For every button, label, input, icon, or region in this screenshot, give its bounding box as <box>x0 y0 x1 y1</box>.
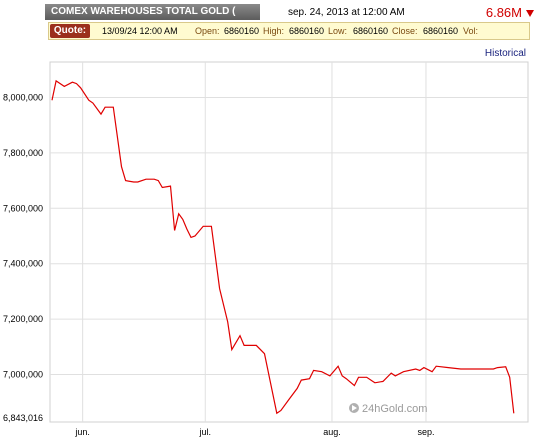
y-tick-label: 7,200,000 <box>3 314 43 324</box>
x-tick-label: jun. <box>74 427 90 437</box>
y-axis: 8,000,000 7,800,000 7,600,000 7,400,000 7,20… <box>3 92 43 423</box>
watermark-text: 24hGold.com <box>362 403 427 415</box>
x-tick-label: jul. <box>199 427 212 437</box>
y-tick-label: 6,843,016 <box>3 413 43 423</box>
y-tick-label: 7,800,000 <box>3 148 43 158</box>
y-tick-label: 7,400,000 <box>3 259 43 269</box>
x-tick-label: sep. <box>417 427 434 437</box>
x-tick-label: aug. <box>323 427 341 437</box>
y-tick-label: 7,600,000 <box>3 203 43 213</box>
y-tick-label: 8,000,000 <box>3 92 43 102</box>
line-chart: 8,000,000 7,800,000 7,600,000 7,400,000 7,20… <box>3 61 529 437</box>
y-tick-label: 7,000,000 <box>3 370 43 380</box>
x-axis: jun. jul. aug. sep. <box>74 427 434 437</box>
